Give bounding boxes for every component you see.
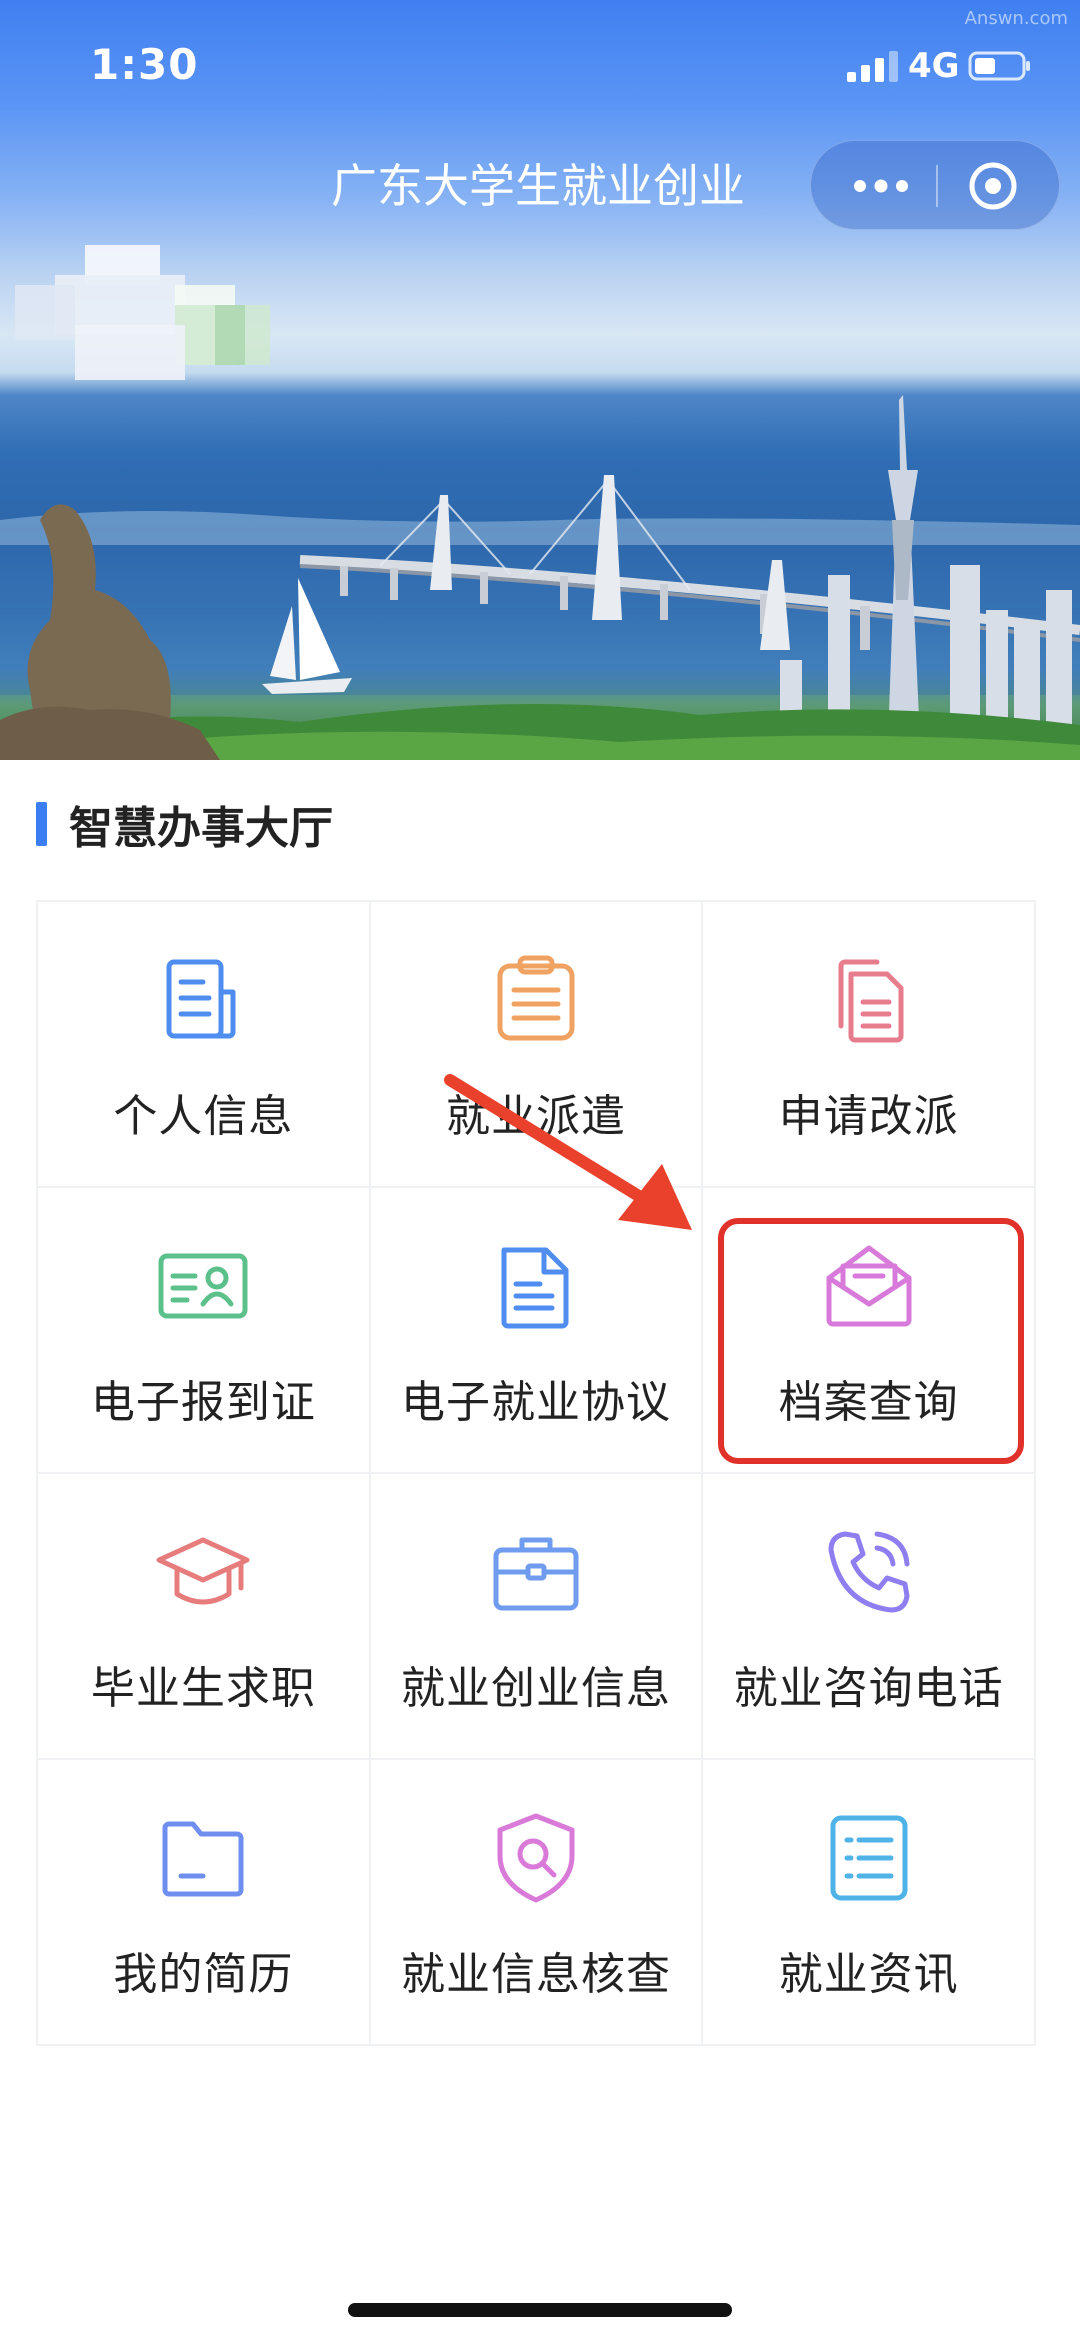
service-item-career-info[interactable]: 就业创业信息 bbox=[370, 1474, 704, 1760]
service-item-personal-info[interactable]: 个人信息 bbox=[38, 902, 371, 1188]
service-grid: 个人信息 就业派遣 申请改派 电子报到证 电子就业协议 档案查询 毕业生求职 就… bbox=[36, 900, 1036, 2046]
service-label: 申请改派 bbox=[778, 1091, 959, 1142]
service-item-info-verification[interactable]: 就业信息核查 bbox=[370, 1760, 704, 2046]
phone-call-icon bbox=[828, 1531, 910, 1613]
close-miniprogram-icon[interactable] bbox=[966, 159, 1020, 213]
service-label: 电子报到证 bbox=[90, 1377, 316, 1428]
service-label: 就业创业信息 bbox=[400, 1663, 671, 1714]
home-indicator[interactable] bbox=[348, 2303, 732, 2317]
more-options-icon[interactable] bbox=[846, 171, 916, 201]
graduation-cap-icon bbox=[156, 1537, 250, 1605]
service-label: 就业信息核查 bbox=[400, 1949, 671, 2000]
pixelated-logo bbox=[15, 245, 270, 380]
service-label: 就业派遣 bbox=[445, 1091, 626, 1142]
service-item-career-news[interactable]: 就业资讯 bbox=[703, 1760, 1036, 2046]
copy-documents-icon bbox=[838, 959, 904, 1043]
status-bar: 1:30 4G bbox=[0, 0, 1080, 130]
service-label: 个人信息 bbox=[113, 1091, 294, 1142]
service-label: 毕业生求职 bbox=[90, 1663, 316, 1714]
network-type-label: 4G bbox=[908, 46, 960, 86]
section-header: 智慧办事大厅 bbox=[36, 796, 333, 854]
briefcase-icon bbox=[493, 1537, 579, 1611]
agreement-document-icon bbox=[501, 1247, 569, 1329]
mini-program-capsule bbox=[810, 140, 1060, 230]
service-item-graduate-job[interactable]: 毕业生求职 bbox=[38, 1474, 371, 1760]
service-item-e-certificate[interactable]: 电子报到证 bbox=[38, 1188, 371, 1474]
list-document-icon bbox=[830, 1815, 908, 1901]
service-label: 电子就业协议 bbox=[400, 1377, 671, 1428]
service-label: 就业资讯 bbox=[778, 1949, 959, 2000]
service-label: 就业咨询电话 bbox=[733, 1663, 1004, 1714]
service-label: 档案查询 bbox=[778, 1377, 959, 1428]
capsule-divider bbox=[936, 165, 938, 207]
service-label: 我的简历 bbox=[113, 1949, 294, 2000]
battery-icon bbox=[968, 51, 1030, 81]
service-item-dispatch[interactable]: 就业派遣 bbox=[370, 902, 704, 1188]
service-item-hotline[interactable]: 就业咨询电话 bbox=[703, 1474, 1036, 1760]
service-item-reassign[interactable]: 申请改派 bbox=[703, 902, 1036, 1188]
service-item-archive-query[interactable]: 档案查询 bbox=[703, 1188, 1036, 1474]
id-card-icon bbox=[158, 1253, 248, 1319]
folder-icon bbox=[162, 1821, 244, 1897]
open-envelope-icon bbox=[826, 1245, 912, 1327]
status-time: 1:30 bbox=[90, 40, 199, 89]
shield-search-icon bbox=[497, 1813, 575, 1903]
signal-strength-icon bbox=[847, 51, 898, 82]
service-item-my-resume[interactable]: 我的简历 bbox=[38, 1760, 371, 2046]
watermark-text: Answn.com bbox=[964, 8, 1068, 29]
section-title: 智慧办事大厅 bbox=[69, 803, 333, 854]
service-item-e-agreement[interactable]: 电子就业协议 bbox=[370, 1188, 704, 1474]
profile-document-icon bbox=[166, 959, 236, 1039]
header-banner: 1:30 4G Answn.com 广东大学生就业创业 bbox=[0, 0, 1080, 760]
section-accent-bar bbox=[36, 802, 47, 846]
clipboard-list-icon bbox=[497, 955, 575, 1041]
